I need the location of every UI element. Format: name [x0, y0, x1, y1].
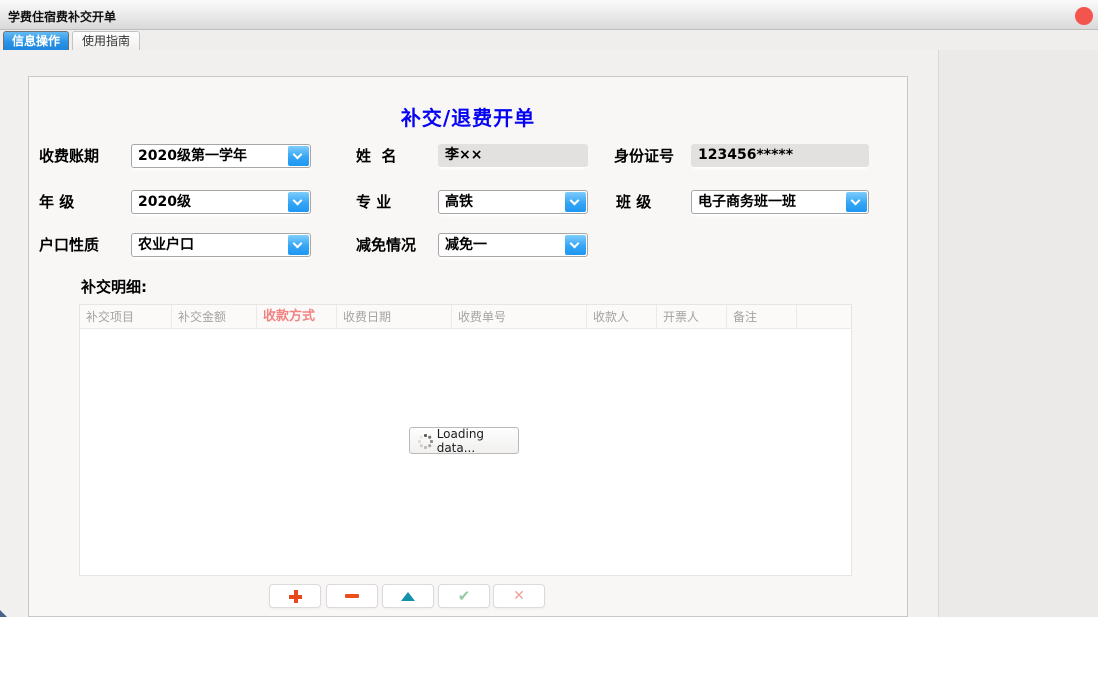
chevron-down-icon [570, 239, 580, 249]
plus-icon [289, 590, 302, 603]
class-dropdown-button[interactable] [846, 192, 867, 212]
remove-row-button[interactable] [326, 584, 378, 608]
billing-period-select[interactable]: 2020级第一学年 [131, 144, 311, 168]
grade-dropdown-button[interactable] [288, 192, 309, 212]
tab-bar: 信息操作 使用指南 [0, 30, 1098, 50]
column-header[interactable] [797, 305, 851, 329]
form-panel: 补交/退费开单 收费账期 2020级第一学年 姓 名 李×× 身份证号 1234… [28, 76, 908, 617]
chevron-down-icon [570, 196, 580, 206]
window-title: 学费住宿费补交开单 [8, 8, 116, 25]
grade-value: 2020级 [138, 191, 286, 213]
check-icon: ✔ [458, 589, 471, 604]
major-select[interactable]: 高铁 [438, 190, 588, 214]
billing-period-value: 2020级第一学年 [138, 145, 286, 167]
reduction-dropdown-button[interactable] [565, 235, 586, 255]
grade-select[interactable]: 2020级 [131, 190, 311, 214]
class-select[interactable]: 电子商务班一班 [691, 190, 869, 214]
spinner-icon [418, 434, 431, 448]
loading-indicator: Loading data... [409, 427, 519, 454]
column-header-highlighted[interactable]: 收款方式 [257, 305, 337, 329]
id-number-field[interactable]: 123456***** [691, 144, 869, 167]
details-section-label: 补交明细: [81, 276, 147, 297]
chevron-down-icon [293, 239, 303, 249]
column-header[interactable]: 收款人 [587, 305, 657, 329]
column-header[interactable]: 收费单号 [452, 305, 587, 329]
reduction-value: 减免一 [445, 234, 563, 256]
chevron-down-icon [293, 150, 303, 160]
name-field[interactable]: 李×× [438, 144, 588, 167]
details-table-header: 补交项目 补交金额 收款方式 收费日期 收费单号 收款人 开票人 备注 [80, 305, 851, 329]
cancel-button[interactable]: ✕ [493, 584, 545, 608]
grade-label: 年 级 [39, 190, 74, 215]
tab-info-operations[interactable]: 信息操作 [3, 31, 69, 50]
move-up-button[interactable] [382, 584, 434, 608]
confirm-button[interactable]: ✔ [438, 584, 490, 608]
major-label: 专 业 [356, 190, 391, 215]
close-button[interactable] [1075, 7, 1093, 25]
column-header[interactable]: 备注 [727, 305, 797, 329]
class-value: 电子商务班一班 [698, 191, 844, 213]
column-header[interactable]: 开票人 [657, 305, 727, 329]
app-window: 学费住宿费补交开单 信息操作 使用指南 补交/退费开单 收费账期 2020级第一… [0, 0, 1098, 687]
household-type-dropdown-button[interactable] [288, 235, 309, 255]
column-header[interactable]: 补交金额 [172, 305, 257, 329]
x-icon: ✕ [513, 589, 525, 603]
right-background-zone [938, 50, 1098, 617]
chevron-down-icon [293, 196, 303, 206]
loading-text: Loading data... [437, 427, 518, 455]
billing-period-label: 收费账期 [39, 144, 99, 169]
reduction-select[interactable]: 减免一 [438, 233, 588, 257]
triangle-up-icon [401, 592, 415, 601]
tab-user-guide[interactable]: 使用指南 [72, 31, 140, 50]
form-title: 补交/退费开单 [29, 102, 907, 131]
add-row-button[interactable] [269, 584, 321, 608]
class-label: 班 级 [616, 190, 651, 215]
name-label: 姓 名 [356, 144, 396, 169]
reduction-label: 减免情况 [356, 233, 416, 258]
tab-content: 补交/退费开单 收费账期 2020级第一学年 姓 名 李×× 身份证号 1234… [0, 50, 1098, 617]
minus-icon [345, 594, 359, 598]
major-value: 高铁 [445, 191, 563, 213]
column-header[interactable]: 收费日期 [337, 305, 452, 329]
window-titlebar: 学费住宿费补交开单 [0, 0, 1098, 30]
household-type-select[interactable]: 农业户口 [131, 233, 311, 257]
column-header[interactable]: 补交项目 [80, 305, 172, 329]
billing-period-dropdown-button[interactable] [288, 146, 309, 166]
household-type-value: 农业户口 [138, 234, 286, 256]
chevron-down-icon [851, 196, 861, 206]
id-number-label: 身份证号 [614, 144, 674, 169]
major-dropdown-button[interactable] [565, 192, 586, 212]
resize-grip[interactable] [0, 610, 7, 617]
household-type-label: 户口性质 [39, 233, 99, 258]
